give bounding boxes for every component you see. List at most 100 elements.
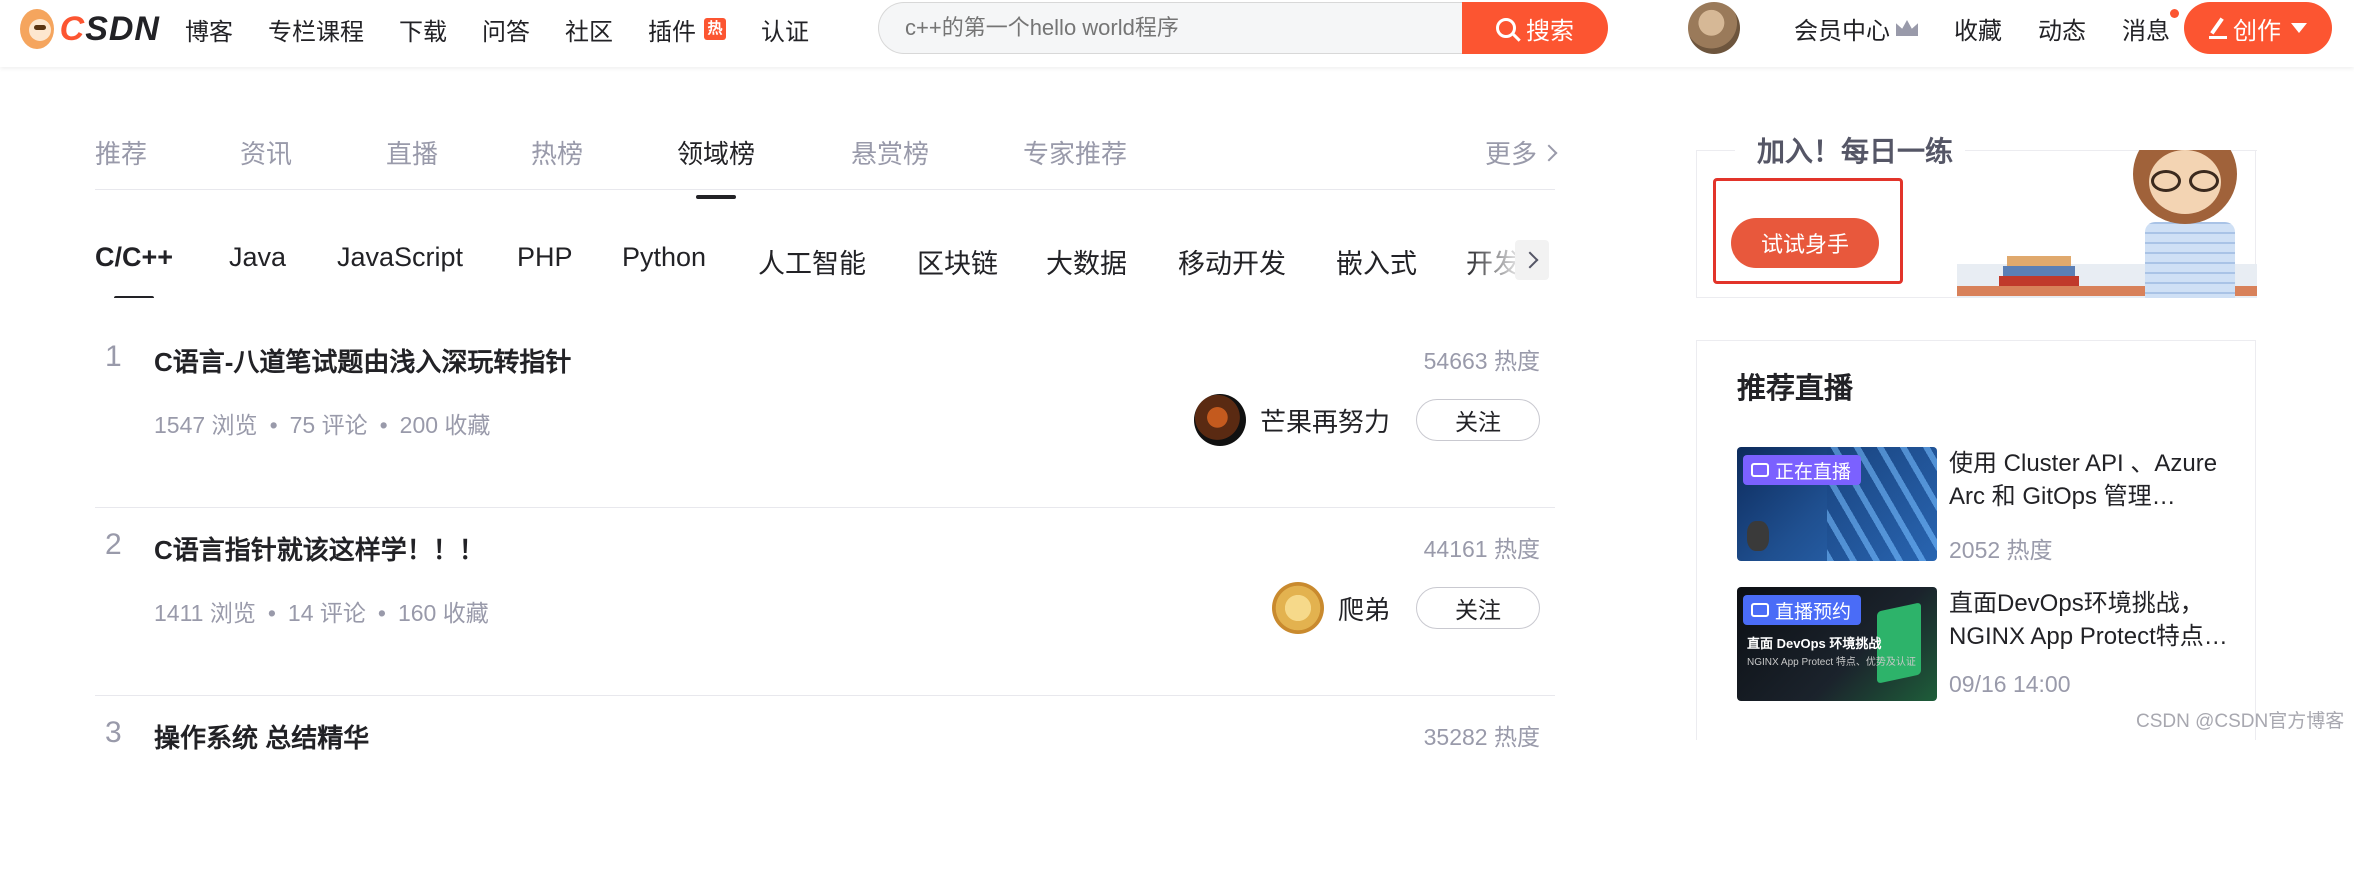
chevron-right-icon [1540,144,1558,161]
article-stats: 1547 浏览 • 75 评论 • 200 收藏 [154,406,490,440]
follow-button[interactable]: 关注 [1416,399,1540,441]
category-blockchain[interactable]: 区块链 [917,242,998,281]
comments-count: 75 评论 [289,412,368,438]
live-item[interactable]: 正在直播 使用 Cluster API 、Azure Arc 和 GitOps … [1737,447,2237,563]
activity-link[interactable]: 动态 [2038,11,2086,46]
category-javascript[interactable]: JavaScript [337,242,463,273]
live-now-badge: 正在直播 [1743,455,1862,485]
crown-icon [1896,20,1918,36]
csdn-logo[interactable]: CSDN [20,6,160,52]
search-icon [1496,18,1516,38]
search-button-label: 搜索 [1526,17,1574,45]
heat-score: 44161 热度 [1423,536,1540,562]
category-scroll-right-button[interactable] [1515,240,1549,280]
more-tabs-link[interactable]: 更多 [1484,134,1558,171]
views-count: 1411 浏览 [154,600,256,626]
presenter-photo [1747,521,1769,551]
tab-live[interactable]: 直播 [386,134,438,171]
category-tabs: C/C++ Java JavaScript PHP Python 人工智能 区块… [95,238,1555,298]
author-block: 芒果再努力 关注 [1193,394,1540,446]
article-title[interactable]: C语言指针就该这样学！！！ [154,530,485,567]
search-button[interactable]: 搜索 [1462,2,1608,54]
tab-expert[interactable]: 专家推荐 [1023,134,1127,171]
book-icon [2007,256,2071,266]
nav-plugin-label: 插件 [648,18,696,46]
nav-qa[interactable]: 问答 [482,12,530,47]
logo-text: CSDN [59,9,160,48]
thumbnail-title: 直面 DevOps 环境挑战 [1747,636,1882,651]
favorites-count: 200 收藏 [399,412,491,438]
caret-down-icon [2291,23,2307,33]
article-title[interactable]: C语言-八道笔试题由浅入深玩转指针 [154,342,571,379]
live-camera-icon [1751,603,1769,617]
tab-news[interactable]: 资讯 [240,134,292,171]
live-item[interactable]: 直面 DevOps 环境挑战 NGINX App Protect 特点、优势及认… [1737,587,2237,701]
watermark: CSDN @CSDN官方博客 [2136,711,2345,732]
recommended-live-card: 推荐直播 正在直播 使用 Cluster API 、Azure Arc 和 Gi… [1696,340,2256,740]
create-button-label: 创作 [2233,17,2281,45]
user-avatar[interactable] [1688,2,1740,54]
nav-download[interactable]: 下载 [399,12,447,47]
follow-button[interactable]: 关注 [1416,587,1540,629]
ranking-item[interactable]: 1 C语言-八道笔试题由浅入深玩转指针 1547 浏览 • 75 评论 • 200 收藏… [95,320,1555,508]
nav-blog[interactable]: 博客 [185,12,233,47]
article-title[interactable]: 操作系统 总结精华 [154,718,369,755]
category-bigdata[interactable]: 大数据 [1046,242,1127,281]
unread-dot [2170,8,2179,18]
favorites-link[interactable]: 收藏 [1954,11,2002,46]
main-tabs: 推荐 资讯 直播 热榜 领域榜 悬赏榜 专家推荐 更多 [95,128,1558,190]
category-mobile[interactable]: 移动开发 [1178,242,1286,281]
mascot-body [2145,222,2235,298]
category-ai[interactable]: 人工智能 [758,242,866,281]
book-icon [1999,276,2079,286]
vip-center-link[interactable]: 会员中心 [1794,11,1918,46]
ranking-item[interactable]: 3 操作系统 总结精华 35282 热度 [95,696,1555,884]
live-badge-label: 正在直播 [1775,461,1852,483]
meta-separator: • [267,600,276,626]
tab-bounty-list[interactable]: 悬赏榜 [851,134,929,171]
meta-separator: • [377,600,386,626]
meta-separator: • [269,412,278,438]
rank-number: 1 [105,340,122,373]
author-name[interactable]: 芒果再努力 [1260,402,1390,439]
category-cpp[interactable]: C/C++ [95,242,173,273]
heat-score: 35282 热度 [1423,724,1540,750]
tab-domain-list[interactable]: 领域榜 [677,134,755,171]
category-php[interactable]: PHP [517,242,573,273]
try-it-button[interactable]: 试试身手 [1731,218,1879,268]
author-block: 爬弟 关注 [1271,582,1540,634]
nav-courses[interactable]: 专栏课程 [268,12,364,47]
search-input[interactable] [878,2,1468,54]
category-python[interactable]: Python [622,242,706,273]
ranking-item[interactable]: 2 C语言指针就该这样学！！！ 1411 浏览 • 14 评论 • 160 收藏 441… [95,508,1555,696]
vip-center-label: 会员中心 [1794,17,1890,45]
live-thumbnail[interactable]: 正在直播 [1737,447,1937,561]
live-badge-label: 直播预约 [1775,601,1852,623]
daily-practice-card: 加入！每日一练 试试身手 [1696,130,2257,298]
card-border [1697,150,1735,151]
more-label: 更多 [1484,139,1537,169]
author-avatar[interactable] [1193,394,1246,446]
messages-link[interactable]: 消息 [2122,8,2179,46]
nav-community[interactable]: 社区 [565,12,613,47]
create-button[interactable]: 创作 [2184,2,2332,54]
search-bar: 搜索 [878,2,1608,54]
nav-plugin[interactable]: 插件热 [648,12,726,47]
rank-number: 2 [105,528,122,561]
live-reservation-badge: 直播预约 [1743,595,1862,625]
comments-count: 14 评论 [287,600,366,626]
live-title[interactable]: 使用 Cluster API 、Azure Arc 和 GitOps 管理… [1949,447,2229,513]
author-avatar[interactable] [1271,582,1324,634]
category-java[interactable]: Java [229,242,286,273]
author-name[interactable]: 爬弟 [1338,590,1390,627]
tab-hot-list[interactable]: 热榜 [531,134,583,171]
pen-icon [2209,17,2227,39]
live-title[interactable]: 直面DevOps环境挑战，NGINX App Protect特点… [1949,587,2229,653]
live-section-title: 推荐直播 [1737,373,1854,405]
live-thumbnail[interactable]: 直面 DevOps 环境挑战 NGINX App Protect 特点、优势及认… [1737,587,1937,701]
tab-recommend[interactable]: 推荐 [95,134,147,171]
category-embedded[interactable]: 嵌入式 [1336,242,1417,281]
live-camera-icon [1751,463,1769,477]
nav-certification[interactable]: 认证 [761,12,809,47]
csdn-mascot-icon [20,9,54,49]
